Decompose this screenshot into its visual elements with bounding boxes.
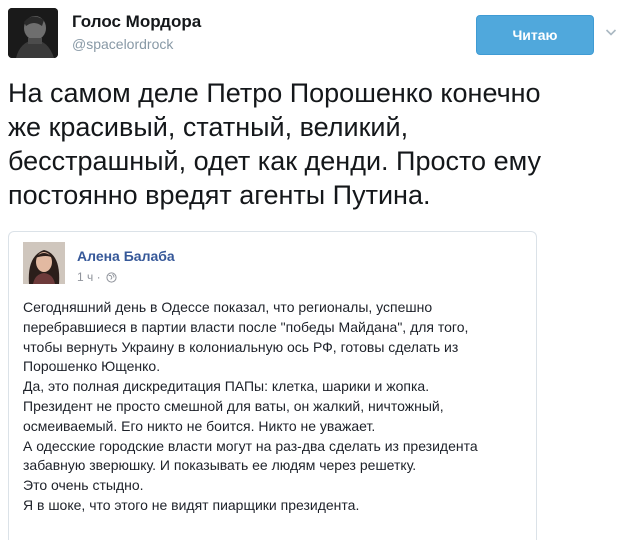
chevron-down-icon[interactable]: [605, 26, 617, 38]
quoted-post-line: Да, это полная дискредитация ПАПы: клетк…: [23, 378, 430, 395]
quoted-post-line: Я в шоке, что этого не видят пиарщики пр…: [23, 496, 360, 513]
tweet-text: На самом деле Петро Порошенко конечно же…: [8, 76, 614, 212]
author-avatar[interactable]: [8, 8, 58, 58]
quoted-post-time[interactable]: 1 ч ·: [77, 270, 101, 284]
quoted-post-line: Порошенко Ющенко.: [23, 358, 161, 375]
quoted-post-card[interactable]: Алена Балаба 1 ч · Сегодняшний день в Од…: [8, 231, 537, 540]
globe-icon: [106, 272, 117, 283]
quoted-post-line: Сегодняшний день в Одессе показал, что р…: [23, 299, 433, 315]
tweet-text-line: бесстрашный, одет как денди. Просто ему: [8, 146, 541, 176]
quoted-post-line: Президент не просто смешной для ваты, он…: [23, 397, 444, 414]
quoted-post-line: перебравшиеся в партии власти после "поб…: [23, 318, 469, 335]
tweet-text-line: же красивый, статный, великий,: [8, 112, 409, 142]
quoted-post-line: забавную зверюшку. И показывать ее людям…: [23, 457, 417, 474]
quoted-author-avatar[interactable]: [23, 242, 65, 284]
quoted-post-line: чтобы вернуть Украину в колониальную ось…: [23, 338, 459, 355]
author-handle[interactable]: @spacelordrock: [72, 36, 173, 52]
quoted-author-avatar-image: [23, 242, 65, 284]
follow-button[interactable]: Читаю: [476, 15, 594, 55]
author-avatar-image: [8, 8, 58, 58]
quoted-post-line: Это очень стыдно.: [23, 477, 144, 494]
author-display-name[interactable]: Голос Мордора: [72, 12, 201, 32]
quoted-post-line: А одесские городские власти могут на раз…: [23, 437, 478, 454]
quoted-post-line: осмеиваемый. Его никто не боится. Никто …: [23, 417, 376, 434]
quoted-post-body: Сегодняшний день в Одессе показал, что р…: [23, 298, 533, 516]
tweet-text-line: На самом деле Петро Порошенко конечно: [8, 78, 541, 108]
tweet-text-line: постоянно вредят агенты Путина.: [8, 180, 431, 210]
quoted-author-name[interactable]: Алена Балаба: [77, 248, 175, 264]
